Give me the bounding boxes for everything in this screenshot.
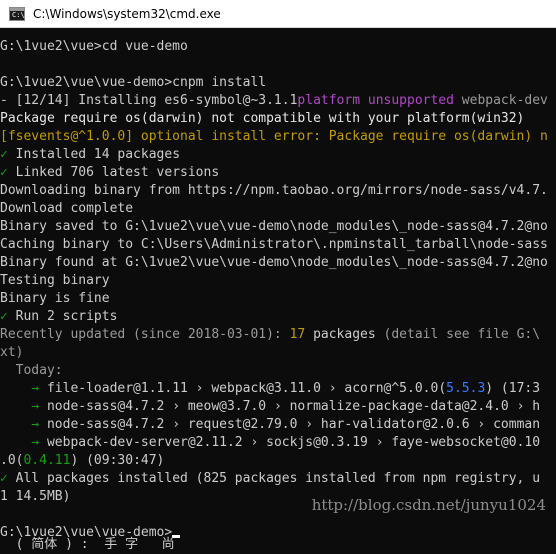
console-text: →	[0, 381, 47, 396]
console-line: Testing binary	[0, 272, 556, 290]
console-text: ✓	[0, 147, 8, 162]
console-text: Today:	[0, 363, 63, 378]
console-text: Download complete	[0, 201, 134, 216]
console-line: Package require os(darwin) not compatibl…	[0, 110, 556, 128]
console-line: Download complete	[0, 200, 556, 218]
console-line: - [12/14] Installing es6-symbol@~3.1.1pl…	[0, 92, 556, 110]
console-text: Recently updated (since 2018-03-01):	[0, 327, 290, 342]
watermark-text: http://blog.csdn.net/junyu1024	[311, 496, 546, 514]
console-text: ) (17:3	[485, 381, 541, 396]
console-output[interactable]: G:\1vue2\vue>cd vue-demo G:\1vue2\vue\vue…	[0, 28, 556, 554]
console-text: [fsevents@^1.0.0] optional install error…	[0, 129, 548, 144]
console-line: → webpack-dev-server@2.11.2 › sockjs@0.3…	[0, 434, 556, 452]
console-line: Binary found at G:\1vue2\vue\vue-demo\no…	[0, 254, 556, 272]
console-text: xt)	[0, 345, 24, 360]
console-text: 0.4.11	[23, 453, 71, 468]
console-line: G:\1vue2\vue\vue-demo>cnpm install	[0, 74, 556, 92]
console-text: →	[0, 435, 47, 450]
console-text: ) (09:30:47)	[70, 453, 165, 468]
console-text: 1 14.5MB)	[0, 489, 71, 504]
console-text: G:\1vue2\vue>cd vue-demo	[0, 39, 188, 54]
ime-status-line: ( 简体 ) : 手 字 尚	[0, 537, 191, 552]
console-text: .0(	[0, 453, 24, 468]
console-line: Binary saved to G:\1vue2\vue\vue-demo\no…	[0, 218, 556, 236]
window-title: C:\Windows\system32\cmd.exe	[33, 6, 221, 21]
console-text: node-sass@4.7.2 › meow@3.7.0 › normalize…	[46, 399, 541, 414]
cmd-icon[interactable]: C:\	[9, 6, 25, 21]
console-text: Binary found at G:\1vue2\vue\vue-demo\no…	[0, 255, 548, 270]
console-text: 5.5.3	[446, 381, 486, 396]
console-text: ✓	[0, 471, 8, 486]
console-text: All packages installed (825 packages ins…	[7, 471, 541, 486]
console-text: G:\1vue2\vue\vue-demo>cnpm install	[0, 75, 267, 90]
console-line: Recently updated (since 2018-03-01): 17 …	[0, 326, 556, 344]
console-line: .0(0.4.11) (09:30:47)	[0, 452, 556, 470]
console-line: → node-sass@4.7.2 › request@2.79.0 › har…	[0, 416, 556, 434]
console-line: [fsevents@^1.0.0] optional install error…	[0, 128, 556, 146]
console-line: Binary is fine	[0, 290, 556, 308]
console-text: platform unsupported	[297, 93, 454, 108]
console-line: Downloading binary from https://npm.taob…	[0, 182, 556, 200]
console-text: webpack-dev	[453, 93, 548, 108]
console-text: file-loader@1.1.11	[46, 381, 188, 396]
console-text: Binary saved to G:\1vue2\vue\vue-demo\no…	[0, 219, 548, 234]
console-text: Binary is fine	[0, 291, 110, 306]
console-text: packages	[305, 327, 376, 342]
console-text: ✓	[0, 309, 8, 324]
console-text: (detail see file G:\	[375, 327, 541, 342]
console-line: xt)	[0, 344, 556, 362]
console-line: Caching binary to C:\Users\Administrator…	[0, 236, 556, 254]
console-text: Caching binary to C:\Users\Administrator…	[0, 237, 548, 252]
console-text: ✓	[0, 165, 8, 180]
console-text: 17	[289, 327, 306, 342]
console-text: Downloading binary from https://npm.taob…	[0, 183, 548, 198]
console-text: →	[0, 399, 47, 414]
console-text: Installed 14 packages	[7, 147, 181, 162]
console-line: ✓ All packages installed (825 packages i…	[0, 470, 556, 488]
console-text: webpack-dev-server@2.11.2 › sockjs@0.3.1…	[46, 435, 541, 450]
cmd-window: C:\ C:\Windows\system32\cmd.exe G:\1vue2…	[0, 0, 556, 554]
console-text: › webpack@3.11.0 › acorn@^5.0.0(	[187, 381, 447, 396]
console-line: Today:	[0, 362, 556, 380]
console-text: Run 2 scripts	[7, 309, 118, 324]
console-line: → file-loader@1.1.11 › webpack@3.11.0 › …	[0, 380, 556, 398]
console-text: Linked 706 latest versions	[7, 165, 220, 180]
console-text: node-sass@4.7.2 › request@2.79.0 › har-v…	[46, 417, 541, 432]
console-text: - [12/14] Installing es6-symbol@~3.1.1	[0, 93, 298, 108]
console-line: ✓ Installed 14 packages	[0, 146, 556, 164]
console-line: ✓ Run 2 scripts	[0, 308, 556, 326]
console-text: →	[0, 417, 47, 432]
console-line: → node-sass@4.7.2 › meow@3.7.0 › normali…	[0, 398, 556, 416]
console-line: G:\1vue2\vue>cd vue-demo	[0, 38, 556, 56]
console-text: Testing binary	[0, 273, 110, 288]
console-text: Package require os(darwin) not compatibl…	[0, 111, 525, 126]
title-bar[interactable]: C:\ C:\Windows\system32\cmd.exe	[0, 0, 556, 28]
console-line: ✓ Linked 706 latest versions	[0, 164, 556, 182]
